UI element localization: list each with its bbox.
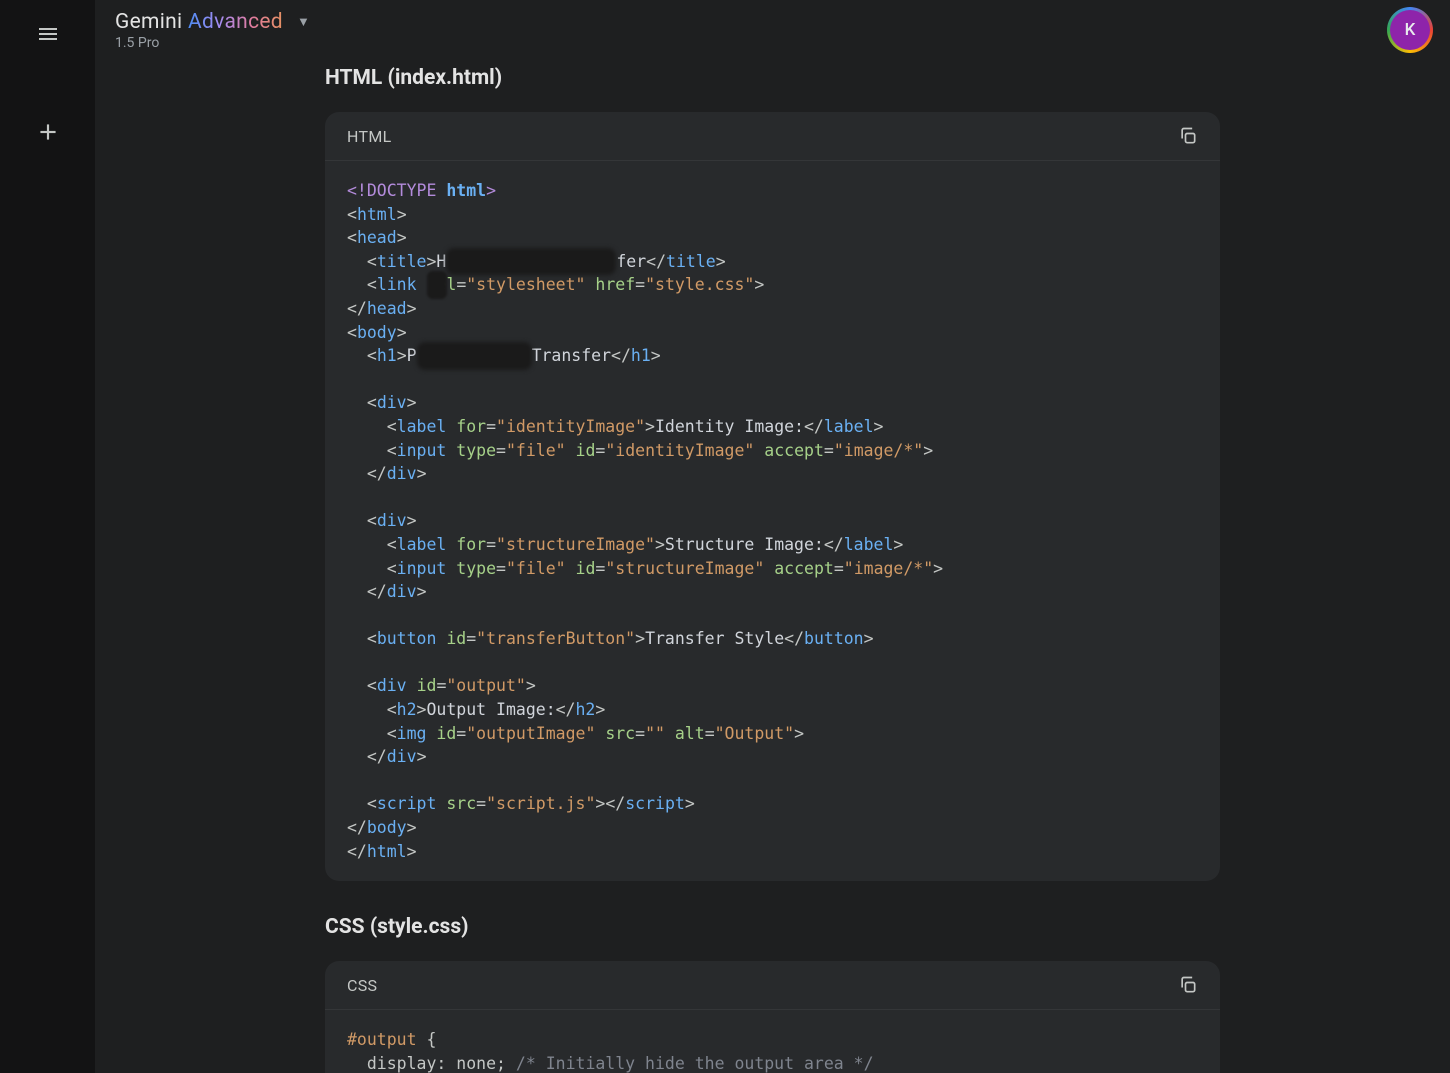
avatar-letter: K: [1390, 10, 1430, 50]
code-block-css: CSS #output { display: none; /* Initiall…: [325, 961, 1220, 1073]
menu-icon[interactable]: [24, 10, 72, 58]
chat-body: HTML (index.html) HTML <!DOCTYPE html> <…: [305, 66, 1240, 1073]
code-header: CSS: [325, 961, 1220, 1010]
section-heading-html: HTML (index.html): [325, 66, 1220, 90]
copy-icon[interactable]: [1178, 975, 1198, 995]
app-tier: Advanced: [188, 10, 283, 34]
copy-icon[interactable]: [1178, 126, 1198, 146]
app-name: Gemini: [115, 10, 182, 34]
topbar: Gemini Advanced ▼ 1.5 Pro K: [95, 0, 1450, 60]
main-panel: Gemini Advanced ▼ 1.5 Pro K HTML (index.…: [95, 0, 1450, 1073]
code-header: HTML: [325, 112, 1220, 161]
section-heading-css: CSS (style.css): [325, 915, 1220, 939]
code-body-html: <!DOCTYPE html> <html> <head> <title>Hxx…: [325, 161, 1220, 881]
avatar[interactable]: K: [1390, 10, 1430, 50]
code-block-html: HTML <!DOCTYPE html> <html> <head> <titl…: [325, 112, 1220, 881]
new-chat-button[interactable]: [24, 108, 72, 156]
sidebar: [0, 0, 95, 1073]
code-lang-label: HTML: [347, 127, 392, 146]
code-lang-label: CSS: [347, 976, 377, 995]
model-label: 1.5 Pro: [115, 35, 310, 51]
brand-block[interactable]: Gemini Advanced ▼ 1.5 Pro: [115, 10, 310, 51]
chat-scroll[interactable]: HTML (index.html) HTML <!DOCTYPE html> <…: [95, 60, 1450, 1073]
caret-down-icon[interactable]: ▼: [297, 14, 310, 30]
code-body-css: #output { display: none; /* Initially hi…: [325, 1010, 1220, 1073]
